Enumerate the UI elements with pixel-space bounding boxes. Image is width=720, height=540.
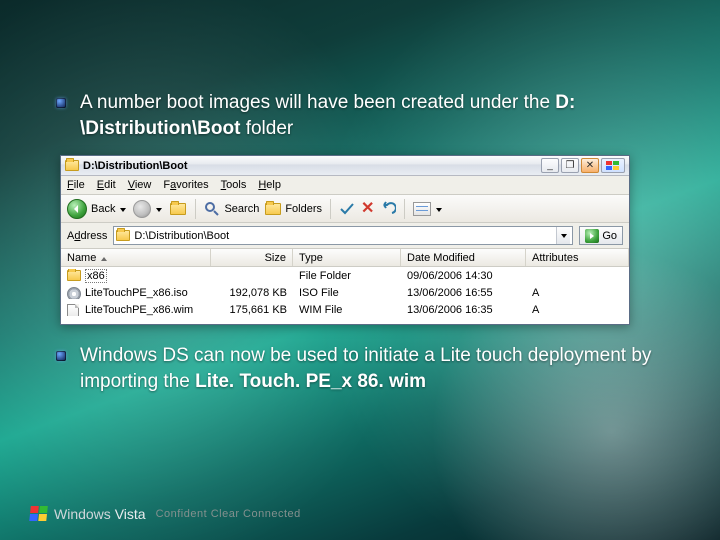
bullet-suffix: folder bbox=[240, 118, 293, 139]
go-label: Go bbox=[602, 230, 617, 242]
search-button[interactable]: Search bbox=[204, 201, 259, 217]
address-bar: Address D:\Distribution\Boot Go bbox=[61, 223, 629, 249]
views-button[interactable] bbox=[413, 202, 443, 216]
windows-vista-logo: Windows Vista bbox=[30, 506, 146, 522]
undo-button[interactable] bbox=[380, 201, 396, 217]
check-icon bbox=[339, 201, 355, 217]
address-dropdown[interactable] bbox=[556, 227, 570, 244]
folder-icon bbox=[65, 160, 79, 172]
menu-tools[interactable]: Tools bbox=[221, 179, 247, 191]
windows-flag-icon bbox=[606, 161, 620, 171]
menu-help[interactable]: Help bbox=[258, 179, 281, 191]
windows-flag-button[interactable] bbox=[601, 158, 625, 173]
close-button[interactable]: ✕ bbox=[581, 158, 599, 173]
menu-view[interactable]: View bbox=[128, 179, 152, 191]
folders-icon bbox=[265, 203, 281, 215]
delete-button[interactable]: ✕ bbox=[361, 201, 374, 217]
chevron-down-icon bbox=[435, 205, 443, 213]
check-button[interactable] bbox=[339, 201, 355, 217]
tagline: Confident Clear Connected bbox=[156, 508, 301, 520]
address-input[interactable]: D:\Distribution\Boot bbox=[113, 226, 573, 245]
go-icon bbox=[585, 229, 599, 243]
x-icon: ✕ bbox=[361, 201, 374, 217]
forward-button[interactable] bbox=[133, 200, 163, 218]
list-header: Name Size Type Date Modified Attributes bbox=[61, 249, 629, 267]
search-icon bbox=[204, 201, 220, 217]
bullet-text: Windows DS can now be used to initiate a… bbox=[80, 343, 680, 394]
toolbar: Back Search Folders ✕ bbox=[61, 195, 629, 223]
slide-footer: Windows Vista Confident Clear Connected bbox=[30, 506, 301, 522]
menu-file[interactable]: File bbox=[67, 179, 85, 191]
bullet-prefix: A number boot images will have been crea… bbox=[80, 92, 555, 113]
folder-icon bbox=[116, 230, 130, 241]
up-button[interactable] bbox=[169, 200, 187, 218]
iso-file-icon bbox=[67, 287, 81, 299]
explorer-window: D:\Distribution\Boot _ ❐ ✕ File Edit Vie… bbox=[60, 155, 630, 325]
column-date[interactable]: Date Modified bbox=[401, 249, 526, 266]
file-type: ISO File bbox=[293, 287, 401, 299]
list-item[interactable]: LiteTouchPE_x86.wim 175,661 KB WIM File … bbox=[61, 301, 629, 318]
minimize-button[interactable]: _ bbox=[541, 158, 559, 173]
brand-suffix: Vista bbox=[115, 506, 146, 522]
file-date: 09/06/2006 14:30 bbox=[401, 270, 526, 282]
chevron-down-icon bbox=[155, 205, 163, 213]
bullet-icon bbox=[56, 351, 66, 361]
brand-prefix: Windows bbox=[54, 506, 111, 522]
file-attr: A bbox=[526, 304, 629, 316]
column-size[interactable]: Size bbox=[211, 249, 293, 266]
column-name[interactable]: Name bbox=[61, 249, 211, 266]
folders-label: Folders bbox=[285, 203, 322, 215]
forward-icon bbox=[133, 200, 151, 218]
bullet-icon bbox=[56, 98, 66, 108]
file-name: LiteTouchPE_x86.wim bbox=[85, 304, 193, 316]
list-item[interactable]: LiteTouchPE_x86.iso 192,078 KB ISO File … bbox=[61, 284, 629, 301]
sort-asc-icon bbox=[100, 254, 108, 262]
window-title: D:\Distribution\Boot bbox=[83, 160, 537, 172]
back-button[interactable]: Back bbox=[67, 199, 127, 219]
go-button[interactable]: Go bbox=[579, 226, 623, 245]
file-attr: A bbox=[526, 287, 629, 299]
undo-icon bbox=[380, 201, 396, 217]
menu-favorites[interactable]: Favorites bbox=[163, 179, 208, 191]
address-label: Address bbox=[67, 230, 107, 242]
column-attributes[interactable]: Attributes bbox=[526, 249, 629, 266]
file-date: 13/06/2006 16:55 bbox=[401, 287, 526, 299]
list-item[interactable]: x86 File Folder 09/06/2006 14:30 bbox=[61, 267, 629, 284]
file-name: x86 bbox=[85, 269, 107, 283]
menu-bar: File Edit View Favorites Tools Help bbox=[61, 176, 629, 195]
file-size: 192,078 KB bbox=[211, 287, 293, 299]
folder-icon bbox=[67, 270, 81, 282]
menu-edit[interactable]: Edit bbox=[97, 179, 116, 191]
maximize-button[interactable]: ❐ bbox=[561, 158, 579, 173]
toolbar-separator bbox=[195, 199, 196, 219]
file-date: 13/06/2006 16:35 bbox=[401, 304, 526, 316]
address-value: D:\Distribution\Boot bbox=[134, 230, 552, 242]
up-folder-icon bbox=[169, 200, 187, 218]
toolbar-separator bbox=[404, 199, 405, 219]
search-label: Search bbox=[224, 203, 259, 215]
file-type: WIM File bbox=[293, 304, 401, 316]
file-name: LiteTouchPE_x86.iso bbox=[85, 287, 188, 299]
views-icon bbox=[413, 202, 431, 216]
file-list: x86 File Folder 09/06/2006 14:30 LiteTou… bbox=[61, 267, 629, 324]
file-size: 175,661 KB bbox=[211, 304, 293, 316]
bullet-text: A number boot images will have been crea… bbox=[80, 90, 680, 141]
back-icon bbox=[67, 199, 87, 219]
windows-flag-icon bbox=[29, 506, 49, 522]
back-label: Back bbox=[91, 203, 115, 215]
slide-bullet: A number boot images will have been crea… bbox=[56, 90, 680, 141]
file-type: File Folder bbox=[293, 270, 401, 282]
explorer-titlebar[interactable]: D:\Distribution\Boot _ ❐ ✕ bbox=[61, 156, 629, 176]
toolbar-separator bbox=[330, 199, 331, 219]
file-icon bbox=[67, 304, 81, 316]
slide-bullet: Windows DS can now be used to initiate a… bbox=[56, 343, 680, 394]
chevron-down-icon bbox=[119, 205, 127, 213]
folders-button[interactable]: Folders bbox=[265, 203, 322, 215]
column-type[interactable]: Type bbox=[293, 249, 401, 266]
bullet-bold: Lite. Touch. PE_x 86. wim bbox=[195, 371, 426, 392]
